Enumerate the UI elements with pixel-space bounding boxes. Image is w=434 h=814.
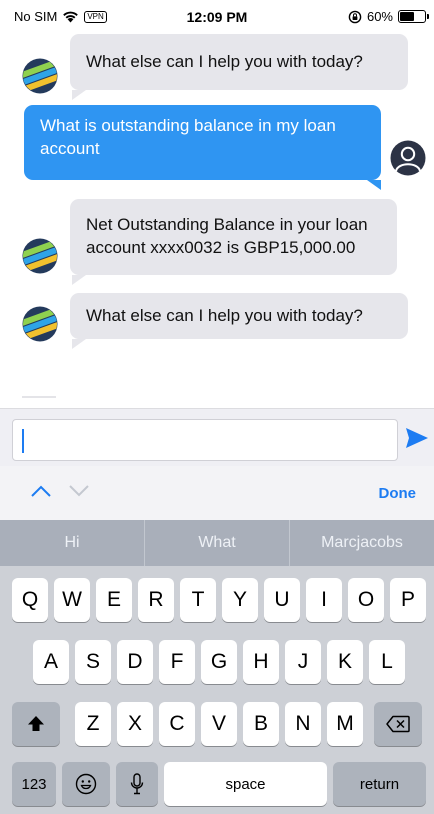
key[interactable]: J <box>285 640 321 684</box>
key[interactable]: C <box>159 702 195 746</box>
status-bar: No SIM VPN 12:09 PM 60% <box>0 0 434 34</box>
key[interactable]: X <box>117 702 153 746</box>
bot-message: What else can I help you with today? <box>70 293 408 339</box>
keyboard: Hi What Marcjacobs Q W E R T Y U I O P A… <box>0 520 434 814</box>
shift-arrow-icon <box>28 716 44 731</box>
bubble-tail <box>72 90 86 100</box>
bot-message: Net Outstanding Balance in your loan acc… <box>70 199 397 275</box>
backspace-key[interactable] <box>374 702 422 746</box>
key[interactable]: G <box>201 640 237 684</box>
key[interactable]: Q <box>12 578 48 622</box>
message-input[interactable] <box>12 419 398 461</box>
key[interactable]: U <box>264 578 300 622</box>
key[interactable]: P <box>390 578 426 622</box>
message-stub <box>22 396 56 398</box>
key[interactable]: O <box>348 578 384 622</box>
key[interactable]: E <box>96 578 132 622</box>
suggestion-bar: Hi What Marcjacobs <box>0 520 434 566</box>
text-cursor <box>22 429 24 453</box>
suggestion-item[interactable]: Hi <box>0 520 145 566</box>
battery-fill <box>400 12 415 21</box>
bot-message: What else can I help you with today? <box>70 34 408 90</box>
status-right: 60% <box>348 9 429 24</box>
key[interactable]: Z <box>75 702 111 746</box>
return-key[interactable]: return <box>333 762 426 806</box>
backspace-icon <box>386 715 410 733</box>
emoji-icon <box>75 773 97 795</box>
user-message: What is outstanding balance in my loan a… <box>24 105 381 180</box>
bot-avatar-icon <box>22 306 58 342</box>
key[interactable]: V <box>201 702 237 746</box>
key[interactable]: I <box>306 578 342 622</box>
bubble-tail <box>72 275 86 285</box>
key[interactable]: H <box>243 640 279 684</box>
key[interactable]: F <box>159 640 195 684</box>
emoji-key[interactable] <box>62 762 110 806</box>
space-key[interactable]: space <box>164 762 327 806</box>
key[interactable]: A <box>33 640 69 684</box>
bot-avatar-icon <box>22 238 58 274</box>
key[interactable]: N <box>285 702 321 746</box>
rotation-lock-icon <box>348 10 362 23</box>
dictation-key[interactable] <box>116 762 158 806</box>
key[interactable]: M <box>327 702 363 746</box>
numbers-key[interactable]: 123 <box>12 762 56 806</box>
bot-avatar-icon <box>22 58 58 94</box>
suggestion-item[interactable]: What <box>145 520 290 566</box>
bubble-tail <box>367 180 381 190</box>
next-field-chevron-down-icon[interactable] <box>68 484 90 498</box>
previous-field-chevron-up-icon[interactable] <box>30 484 52 498</box>
user-avatar-icon <box>390 140 426 176</box>
message-input-bar <box>0 408 434 466</box>
key[interactable]: D <box>117 640 153 684</box>
key[interactable]: T <box>180 578 216 622</box>
key[interactable]: L <box>369 640 405 684</box>
shift-key[interactable] <box>12 702 60 746</box>
done-button[interactable]: Done <box>379 485 417 502</box>
key[interactable]: R <box>138 578 174 622</box>
send-icon[interactable] <box>404 426 430 450</box>
bubble-tail <box>72 339 86 349</box>
key[interactable]: B <box>243 702 279 746</box>
battery-icon <box>398 10 429 23</box>
keyboard-accessory-toolbar: Done <box>0 466 434 520</box>
chat-area[interactable]: What else can I help you with today? Wha… <box>0 34 434 408</box>
microphone-icon <box>130 773 144 795</box>
suggestion-item[interactable]: Marcjacobs <box>290 520 434 566</box>
key[interactable]: S <box>75 640 111 684</box>
key[interactable]: K <box>327 640 363 684</box>
battery-percent: 60% <box>366 9 393 24</box>
key[interactable]: W <box>54 578 90 622</box>
key[interactable]: Y <box>222 578 258 622</box>
